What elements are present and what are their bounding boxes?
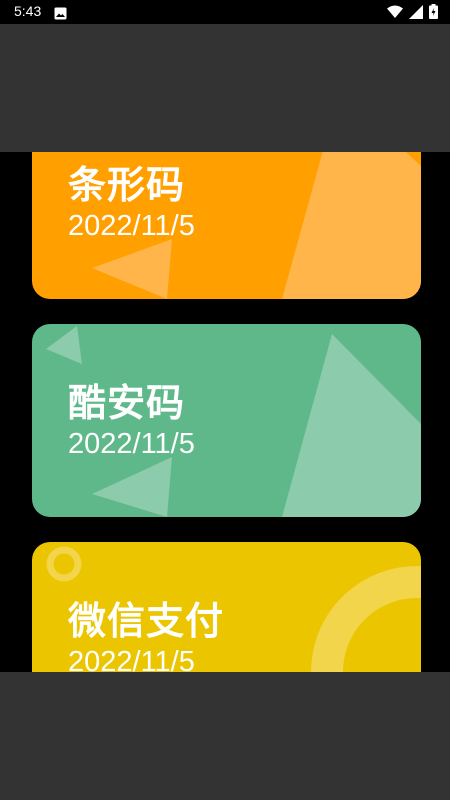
app-screen: 5:43 条形码 2022/11/5 酷安码 2022/11/5 微信支付 20… xyxy=(0,0,450,800)
card-title: 条形码 xyxy=(68,163,186,207)
card-title: 微信支付 xyxy=(68,599,225,643)
status-time: 5:43 xyxy=(14,3,42,19)
top-panel xyxy=(0,24,450,152)
card-list[interactable]: 条形码 2022/11/5 酷安码 2022/11/5 微信支付 2022/11… xyxy=(0,152,450,672)
status-icons xyxy=(387,4,438,23)
signal-icon xyxy=(409,4,423,23)
card-barcode[interactable]: 条形码 2022/11/5 xyxy=(32,152,421,299)
bottom-panel xyxy=(0,672,450,800)
status-bar: 5:43 xyxy=(0,0,450,24)
card-wechat-pay[interactable]: 微信支付 2022/11/5 xyxy=(32,542,421,672)
wifi-icon xyxy=(387,4,403,23)
card-title: 酷安码 xyxy=(68,381,186,425)
card-date: 2022/11/5 xyxy=(68,210,195,242)
image-icon xyxy=(54,5,67,24)
card-coolapk-code[interactable]: 酷安码 2022/11/5 xyxy=(32,324,421,517)
card-date: 2022/11/5 xyxy=(68,646,195,672)
battery-icon xyxy=(429,4,438,23)
card-date: 2022/11/5 xyxy=(68,428,195,460)
